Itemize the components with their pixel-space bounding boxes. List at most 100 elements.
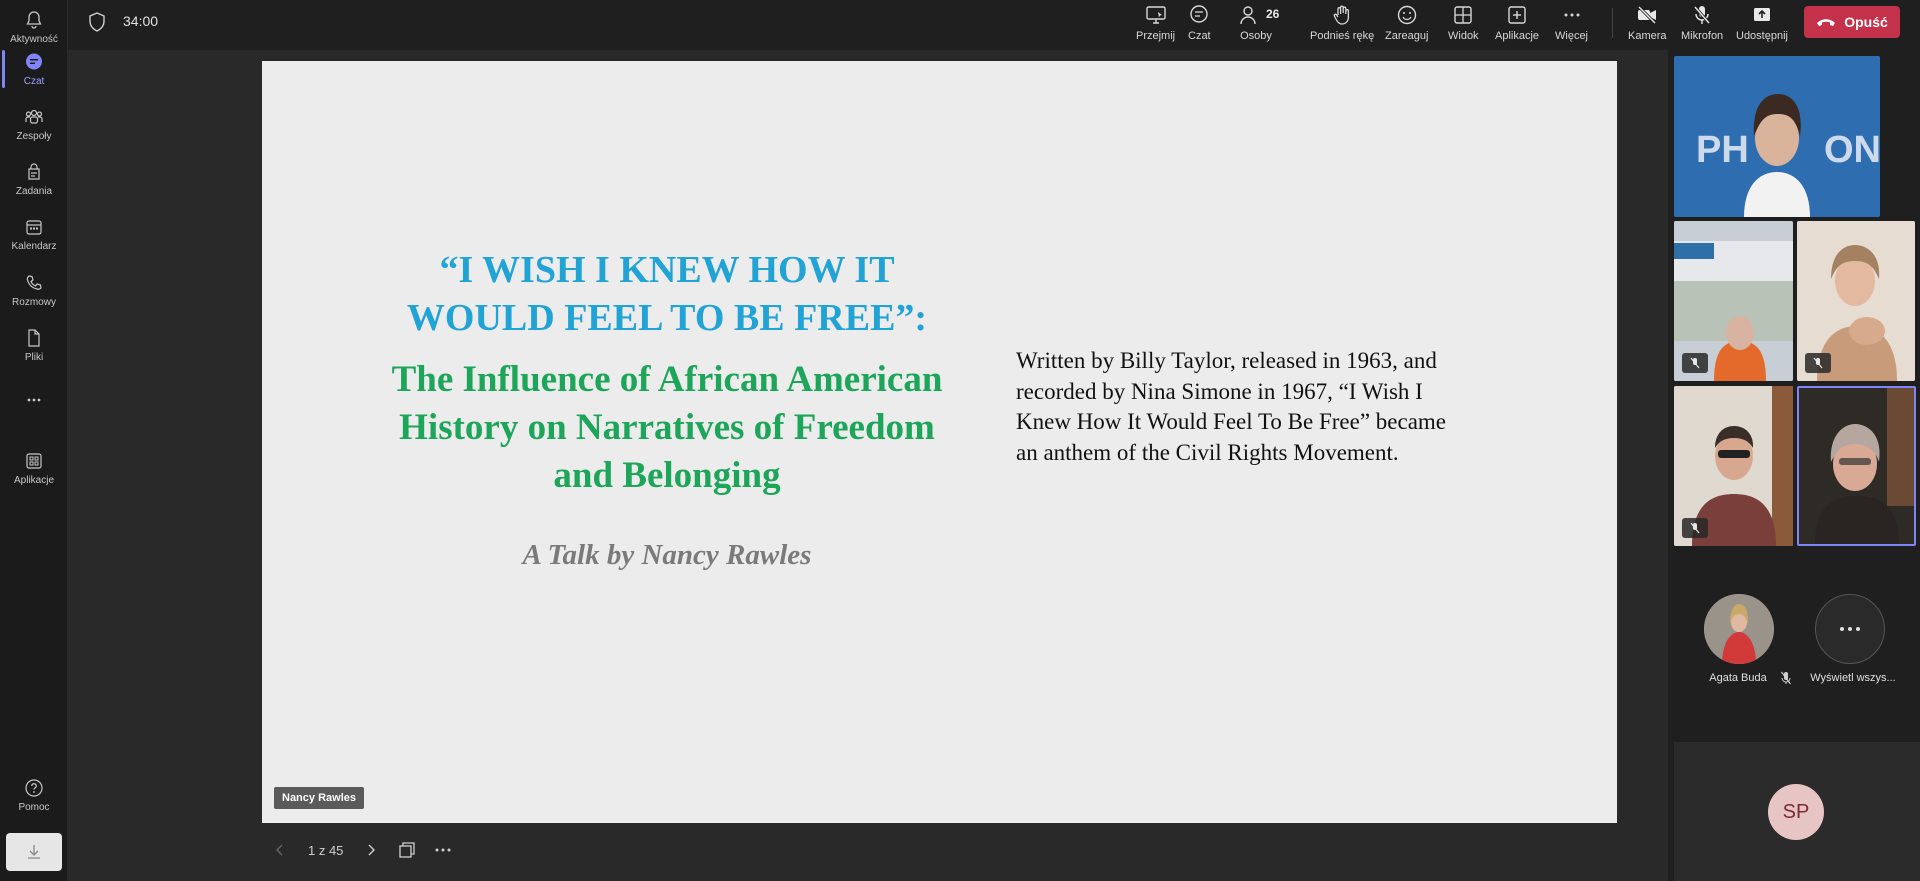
participant-gallery: PH ON Agata Buda Wyświetl wszys... SP bbox=[1668, 50, 1920, 881]
more-button[interactable]: Więcej bbox=[1555, 2, 1588, 46]
video-tile-active-speaker[interactable] bbox=[1797, 386, 1916, 546]
view-all-participants-button[interactable] bbox=[1815, 594, 1885, 664]
people-count: 26 bbox=[1266, 7, 1280, 21]
svg-text:PH: PH bbox=[1696, 129, 1749, 171]
video-tile-participant[interactable] bbox=[1797, 221, 1915, 381]
self-view-tile[interactable]: SP bbox=[1674, 742, 1920, 881]
participant-avatar-agata[interactable] bbox=[1704, 594, 1774, 664]
rail-item-calls[interactable]: Rozmowy bbox=[0, 263, 68, 317]
apps-button[interactable]: Aplikacje bbox=[1495, 2, 1539, 46]
chat-icon bbox=[26, 53, 42, 69]
slides-grid-icon bbox=[399, 842, 416, 858]
video-tile-participant[interactable] bbox=[1674, 221, 1793, 381]
file-icon bbox=[28, 328, 40, 347]
people-label: Osoby bbox=[1240, 30, 1272, 42]
mic-off-indicator bbox=[1682, 518, 1708, 538]
view-all-label: Wyświetl wszys... bbox=[1810, 672, 1896, 684]
rail-item-label: Zespoły bbox=[16, 130, 52, 142]
people-button[interactable]: 26 Osoby bbox=[1236, 2, 1280, 46]
raise-hand-button[interactable]: Podnieś rękę bbox=[1310, 2, 1374, 46]
video-frame-image bbox=[1797, 386, 1916, 546]
shared-content-stage: “I WISH I KNEW HOW IT WOULD FEEL TO BE F… bbox=[68, 50, 1668, 881]
video-tile-participant[interactable] bbox=[1674, 386, 1793, 546]
slide-title: “I WISH I KNEW HOW IT WOULD FEEL TO BE F… bbox=[406, 249, 928, 339]
mic-off-icon bbox=[1813, 357, 1823, 369]
rail-item-label: Aplikacje bbox=[13, 474, 55, 486]
view-button[interactable]: Widok bbox=[1448, 2, 1479, 46]
bell-icon bbox=[26, 10, 42, 29]
emoji-icon bbox=[1397, 5, 1416, 25]
rail-item-label: Czat bbox=[23, 75, 45, 87]
camera-label: Kamera bbox=[1628, 30, 1667, 42]
chat-button[interactable]: Czat bbox=[1188, 2, 1211, 46]
assignments-icon bbox=[28, 162, 40, 180]
take-control-button[interactable]: Przejmij bbox=[1136, 2, 1175, 46]
download-icon bbox=[28, 845, 40, 859]
share-button[interactable]: Udostępnij bbox=[1736, 2, 1788, 46]
slide-more-options-button[interactable] bbox=[425, 832, 461, 868]
rail-item-chat[interactable]: Czat bbox=[0, 42, 68, 96]
share-tray-icon bbox=[1753, 8, 1770, 21]
slide-byline: A Talk by Nancy Rawles bbox=[522, 539, 812, 571]
more-horizontal-icon bbox=[1564, 13, 1579, 17]
camera-off-icon bbox=[1638, 5, 1657, 25]
leave-button[interactable]: Opuść bbox=[1804, 6, 1900, 38]
rail-more-button[interactable] bbox=[0, 383, 68, 417]
slide-subtitle: The Influence of African American Histor… bbox=[391, 359, 943, 496]
rail-item-calendar[interactable]: Kalendarz bbox=[0, 207, 68, 261]
rail-item-apps[interactable]: Aplikacje bbox=[0, 441, 68, 495]
hand-icon bbox=[1333, 5, 1350, 25]
camera-toggle[interactable]: Kamera bbox=[1628, 2, 1667, 46]
rail-item-label: Rozmowy bbox=[12, 296, 56, 308]
chat-label: Czat bbox=[1188, 30, 1211, 42]
next-slide-button[interactable] bbox=[353, 832, 389, 868]
shield-icon bbox=[89, 12, 105, 32]
phone-icon bbox=[26, 274, 42, 290]
slide-overview-button[interactable] bbox=[389, 832, 425, 868]
help-icon bbox=[25, 778, 43, 797]
share-label: Udostępnij bbox=[1736, 30, 1788, 42]
page-indicator: 1 z 45 bbox=[308, 842, 344, 858]
mic-off-indicator bbox=[1805, 353, 1831, 373]
rail-item-label: Kalendarz bbox=[11, 240, 57, 252]
rail-item-label: Pliki bbox=[24, 351, 44, 363]
avatar-image bbox=[1704, 594, 1774, 664]
chat-icon bbox=[1190, 5, 1209, 23]
grid-view-icon bbox=[1454, 6, 1472, 24]
previous-slide-button[interactable] bbox=[262, 832, 298, 868]
rail-item-help[interactable]: Pomoc bbox=[0, 768, 68, 822]
people-icon bbox=[1240, 6, 1256, 25]
meeting-timer: 34:00 bbox=[123, 13, 159, 29]
more-horizontal-icon bbox=[27, 398, 41, 402]
rail-item-files[interactable]: Pliki bbox=[0, 318, 68, 372]
toolbar-divider bbox=[1612, 8, 1613, 38]
add-app-icon bbox=[1508, 6, 1526, 24]
react-button[interactable]: Zareaguj bbox=[1385, 2, 1428, 46]
rail-item-teams[interactable]: Zespoły bbox=[0, 97, 68, 151]
mic-off-icon bbox=[1690, 357, 1700, 369]
chevron-left-icon bbox=[276, 844, 283, 856]
download-button[interactable] bbox=[6, 833, 62, 871]
app-rail: Aktywność Czat Zespoły Zadania Kalendarz… bbox=[0, 0, 68, 881]
mic-off-indicator bbox=[1682, 353, 1708, 373]
rail-item-assignments[interactable]: Zadania bbox=[0, 152, 68, 206]
microphone-label: Mikrofon bbox=[1681, 30, 1724, 42]
mic-off-icon bbox=[1690, 522, 1700, 534]
more-horizontal-icon bbox=[435, 848, 451, 852]
mic-off-icon bbox=[1693, 6, 1711, 24]
presentation-slide: “I WISH I KNEW HOW IT WOULD FEEL TO BE F… bbox=[262, 61, 1617, 823]
video-tile-presenter[interactable]: PH ON bbox=[1674, 56, 1880, 217]
teams-icon bbox=[25, 109, 43, 124]
rail-item-label: Zadania bbox=[15, 185, 53, 197]
more-horizontal-icon bbox=[1840, 627, 1860, 631]
hang-up-icon bbox=[1817, 19, 1836, 26]
presenter-name-tag: Nancy Rawles bbox=[274, 787, 364, 809]
share-screen-icon bbox=[1145, 6, 1166, 24]
chevron-right-icon bbox=[368, 844, 376, 856]
rail-item-label: Pomoc bbox=[18, 801, 50, 813]
video-frame-image: PH ON bbox=[1674, 56, 1880, 217]
leave-label: Opuść bbox=[1844, 14, 1888, 30]
microphone-toggle[interactable]: Mikrofon bbox=[1681, 2, 1723, 46]
raise-hand-label: Podnieś rękę bbox=[1310, 30, 1375, 42]
slide-navigation: 1 z 45 bbox=[262, 826, 461, 874]
